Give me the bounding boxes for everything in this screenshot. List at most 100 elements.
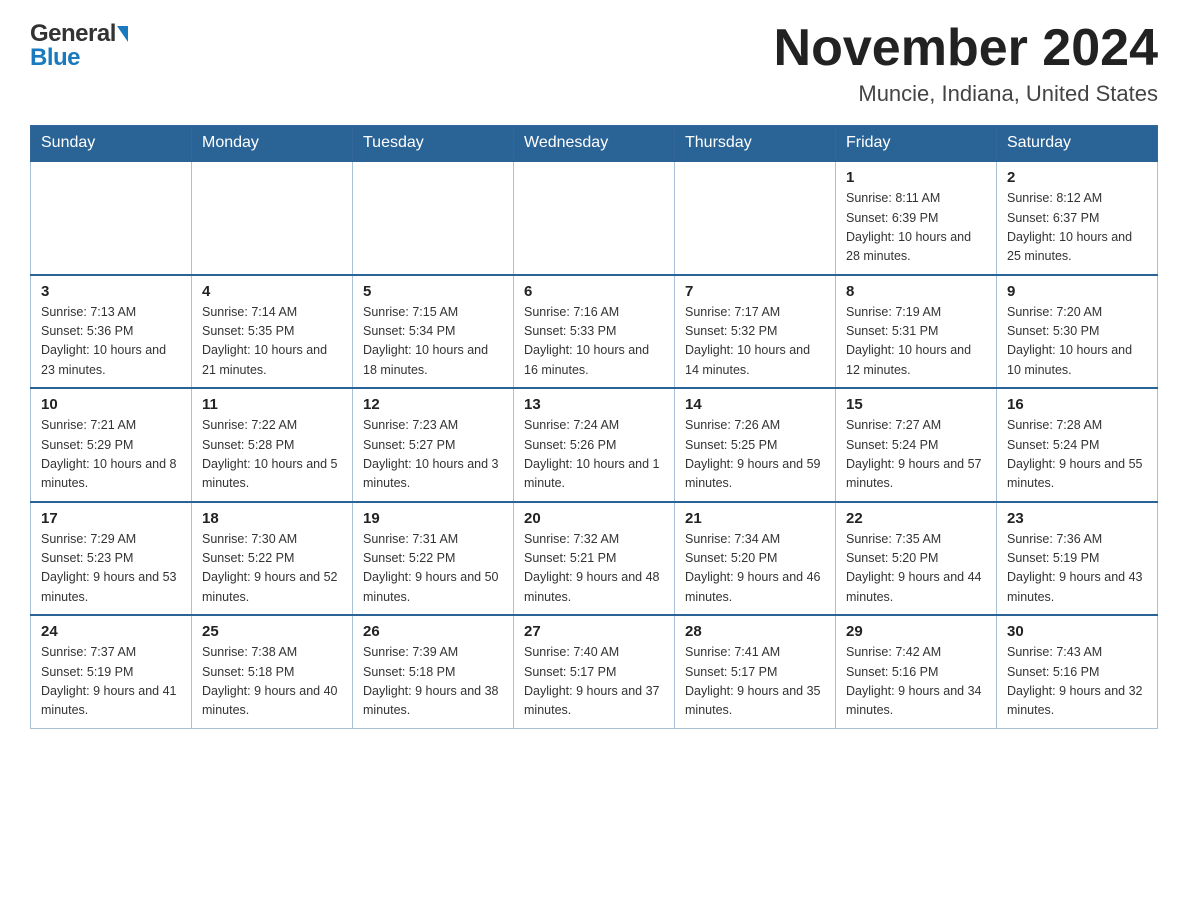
calendar-header-wednesday: Wednesday [514, 126, 675, 162]
calendar-header-friday: Friday [836, 126, 997, 162]
calendar-cell: 12 Sunrise: 7:23 AM Sunset: 5:27 PM Dayli… [353, 388, 514, 502]
calendar-header-thursday: Thursday [675, 126, 836, 162]
logo-blue-text: Blue [30, 44, 80, 72]
day-number: 6 [524, 283, 664, 300]
calendar-cell: 1Sunrise: 8:11 AM Sunset: 6:39 PM Daylig… [836, 161, 997, 275]
week-row-4: 24Sunrise: 7:37 AM Sunset: 5:19 PM Dayli… [31, 615, 1158, 728]
calendar-cell: 6 Sunrise: 7:16 AM Sunset: 5:33 PM Daylig… [514, 275, 675, 389]
day-info: Sunrise: 7:36 AM Sunset: 5:19 PM Dayligh… [1007, 530, 1147, 608]
day-number: 21 [685, 510, 825, 527]
day-number: 5 [363, 283, 503, 300]
day-info: Sunrise: 7:42 AM Sunset: 5:16 PM Dayligh… [846, 643, 986, 721]
calendar-cell: 23 Sunrise: 7:36 AM Sunset: 5:19 PM Dayli… [997, 502, 1158, 616]
day-info: Sunrise: 7:16 AM Sunset: 5:33 PM Dayligh… [524, 303, 664, 381]
day-info: Sunrise: 7:14 AM Sunset: 5:35 PM Dayligh… [202, 303, 342, 381]
calendar-cell: 8 Sunrise: 7:19 AM Sunset: 5:31 PM Daylig… [836, 275, 997, 389]
day-info: Sunrise: 7:39 AM Sunset: 5:18 PM Dayligh… [363, 643, 503, 721]
day-number: 8 [846, 283, 986, 300]
day-info: Sunrise: 8:11 AM Sunset: 6:39 PM Dayligh… [846, 189, 986, 267]
logo-triangle-icon [117, 26, 128, 42]
day-number: 22 [846, 510, 986, 527]
week-row-2: 10 Sunrise: 7:21 AM Sunset: 5:29 PM Dayli… [31, 388, 1158, 502]
day-number: 29 [846, 623, 986, 640]
calendar-cell: 29 Sunrise: 7:42 AM Sunset: 5:16 PM Dayli… [836, 615, 997, 728]
day-info: Sunrise: 7:22 AM Sunset: 5:28 PM Dayligh… [202, 416, 342, 494]
day-number: 15 [846, 396, 986, 413]
day-number: 11 [202, 396, 342, 413]
calendar-cell: 10 Sunrise: 7:21 AM Sunset: 5:29 PM Dayli… [31, 388, 192, 502]
day-number: 30 [1007, 623, 1147, 640]
day-number: 18 [202, 510, 342, 527]
day-number: 12 [363, 396, 503, 413]
day-info: Sunrise: 7:26 AM Sunset: 5:25 PM Dayligh… [685, 416, 825, 494]
day-number: 3 [41, 283, 181, 300]
day-number: 4 [202, 283, 342, 300]
day-info: Sunrise: 8:12 AM Sunset: 6:37 PM Dayligh… [1007, 189, 1147, 267]
calendar-header-saturday: Saturday [997, 126, 1158, 162]
calendar-cell [514, 161, 675, 275]
day-info: Sunrise: 7:35 AM Sunset: 5:20 PM Dayligh… [846, 530, 986, 608]
day-number: 26 [363, 623, 503, 640]
day-info: Sunrise: 7:23 AM Sunset: 5:27 PM Dayligh… [363, 416, 503, 494]
calendar-cell: 9 Sunrise: 7:20 AM Sunset: 5:30 PM Daylig… [997, 275, 1158, 389]
calendar-cell [353, 161, 514, 275]
day-info: Sunrise: 7:28 AM Sunset: 5:24 PM Dayligh… [1007, 416, 1147, 494]
week-row-1: 3 Sunrise: 7:13 AM Sunset: 5:36 PM Daylig… [31, 275, 1158, 389]
day-number: 9 [1007, 283, 1147, 300]
calendar-cell: 22 Sunrise: 7:35 AM Sunset: 5:20 PM Dayli… [836, 502, 997, 616]
day-info: Sunrise: 7:41 AM Sunset: 5:17 PM Dayligh… [685, 643, 825, 721]
calendar-cell: 25 Sunrise: 7:38 AM Sunset: 5:18 PM Dayli… [192, 615, 353, 728]
day-number: 25 [202, 623, 342, 640]
day-info: Sunrise: 7:21 AM Sunset: 5:29 PM Dayligh… [41, 416, 181, 494]
calendar-cell: 14 Sunrise: 7:26 AM Sunset: 5:25 PM Dayli… [675, 388, 836, 502]
day-info: Sunrise: 7:38 AM Sunset: 5:18 PM Dayligh… [202, 643, 342, 721]
calendar-cell: 16 Sunrise: 7:28 AM Sunset: 5:24 PM Dayli… [997, 388, 1158, 502]
day-number: 14 [685, 396, 825, 413]
calendar-header-monday: Monday [192, 126, 353, 162]
calendar-subtitle: Muncie, Indiana, United States [774, 81, 1158, 107]
day-number: 13 [524, 396, 664, 413]
day-number: 20 [524, 510, 664, 527]
day-number: 27 [524, 623, 664, 640]
title-area: November 2024 Muncie, Indiana, United St… [774, 20, 1158, 107]
calendar-cell: 17Sunrise: 7:29 AM Sunset: 5:23 PM Dayli… [31, 502, 192, 616]
calendar-cell [675, 161, 836, 275]
calendar-cell: 30Sunrise: 7:43 AM Sunset: 5:16 PM Dayli… [997, 615, 1158, 728]
day-info: Sunrise: 7:34 AM Sunset: 5:20 PM Dayligh… [685, 530, 825, 608]
calendar-cell: 13Sunrise: 7:24 AM Sunset: 5:26 PM Dayli… [514, 388, 675, 502]
day-number: 19 [363, 510, 503, 527]
day-number: 23 [1007, 510, 1147, 527]
calendar-header-sunday: Sunday [31, 126, 192, 162]
calendar-cell: 24Sunrise: 7:37 AM Sunset: 5:19 PM Dayli… [31, 615, 192, 728]
day-number: 16 [1007, 396, 1147, 413]
day-info: Sunrise: 7:31 AM Sunset: 5:22 PM Dayligh… [363, 530, 503, 608]
calendar-cell: 26 Sunrise: 7:39 AM Sunset: 5:18 PM Dayli… [353, 615, 514, 728]
calendar-cell: 2 Sunrise: 8:12 AM Sunset: 6:37 PM Daylig… [997, 161, 1158, 275]
day-number: 28 [685, 623, 825, 640]
day-info: Sunrise: 7:32 AM Sunset: 5:21 PM Dayligh… [524, 530, 664, 608]
day-number: 24 [41, 623, 181, 640]
day-number: 10 [41, 396, 181, 413]
calendar-cell: 5 Sunrise: 7:15 AM Sunset: 5:34 PM Daylig… [353, 275, 514, 389]
day-info: Sunrise: 7:19 AM Sunset: 5:31 PM Dayligh… [846, 303, 986, 381]
page-header: General Blue November 2024 Muncie, India… [30, 20, 1158, 107]
day-info: Sunrise: 7:15 AM Sunset: 5:34 PM Dayligh… [363, 303, 503, 381]
calendar-cell: 4 Sunrise: 7:14 AM Sunset: 5:35 PM Daylig… [192, 275, 353, 389]
calendar-cell: 15Sunrise: 7:27 AM Sunset: 5:24 PM Dayli… [836, 388, 997, 502]
calendar-cell: 11 Sunrise: 7:22 AM Sunset: 5:28 PM Dayli… [192, 388, 353, 502]
day-number: 2 [1007, 169, 1147, 186]
calendar-cell: 27Sunrise: 7:40 AM Sunset: 5:17 PM Dayli… [514, 615, 675, 728]
calendar-cell: 18 Sunrise: 7:30 AM Sunset: 5:22 PM Dayli… [192, 502, 353, 616]
calendar-cell: 28 Sunrise: 7:41 AM Sunset: 5:17 PM Dayli… [675, 615, 836, 728]
calendar-header-row: SundayMondayTuesdayWednesdayThursdayFrid… [31, 126, 1158, 162]
day-info: Sunrise: 7:30 AM Sunset: 5:22 PM Dayligh… [202, 530, 342, 608]
calendar-title: November 2024 [774, 20, 1158, 77]
day-info: Sunrise: 7:13 AM Sunset: 5:36 PM Dayligh… [41, 303, 181, 381]
calendar-header-tuesday: Tuesday [353, 126, 514, 162]
day-info: Sunrise: 7:20 AM Sunset: 5:30 PM Dayligh… [1007, 303, 1147, 381]
calendar-table: SundayMondayTuesdayWednesdayThursdayFrid… [30, 125, 1158, 729]
calendar-cell: 7Sunrise: 7:17 AM Sunset: 5:32 PM Daylig… [675, 275, 836, 389]
logo: General Blue [30, 20, 128, 72]
calendar-cell: 3 Sunrise: 7:13 AM Sunset: 5:36 PM Daylig… [31, 275, 192, 389]
calendar-cell [192, 161, 353, 275]
